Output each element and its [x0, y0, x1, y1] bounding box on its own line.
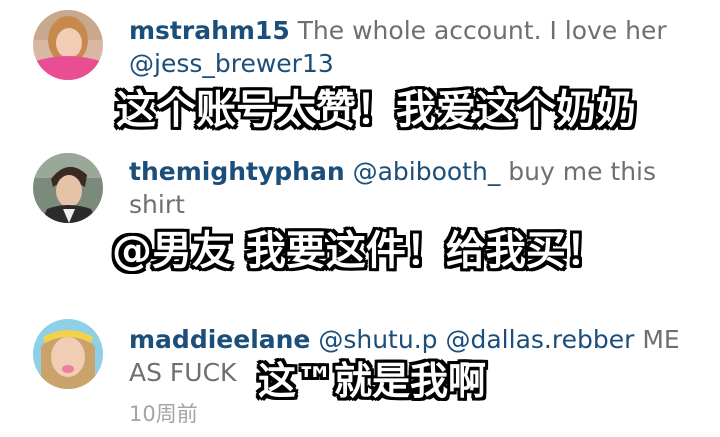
comment-timestamp: 10周前 — [129, 402, 198, 426]
subtitle-caption: 这个账号太赞！我爱这个奶奶 — [116, 87, 636, 133]
comment-body: The whole account. I love her — [289, 16, 667, 45]
avatar-photo — [33, 10, 103, 80]
avatar[interactable] — [33, 319, 103, 389]
avatar[interactable] — [33, 153, 103, 223]
mention-link[interactable]: @abibooth_ — [353, 157, 501, 186]
comment-username[interactable]: themightyphan — [129, 157, 345, 186]
subtitle-caption: @男友 我要这件！给我买！ — [112, 228, 606, 274]
mention-link[interactable]: @jess_brewer13 — [129, 49, 334, 78]
mention-link[interactable]: @dallas.rebber — [445, 325, 634, 354]
mention-link[interactable]: @shutu.p — [318, 325, 437, 354]
avatar-photo — [33, 319, 103, 389]
comment-username[interactable]: maddieelane — [129, 325, 310, 354]
avatar[interactable] — [33, 10, 103, 80]
comment-text: mstrahm15 The whole account. I love her … — [129, 14, 689, 80]
comment-username[interactable]: mstrahm15 — [129, 16, 290, 45]
avatar-photo — [33, 153, 103, 223]
comment-text: themightyphan @abibooth_ buy me this shi… — [129, 155, 689, 221]
subtitle-caption: 这™就是我啊 — [258, 359, 487, 403]
